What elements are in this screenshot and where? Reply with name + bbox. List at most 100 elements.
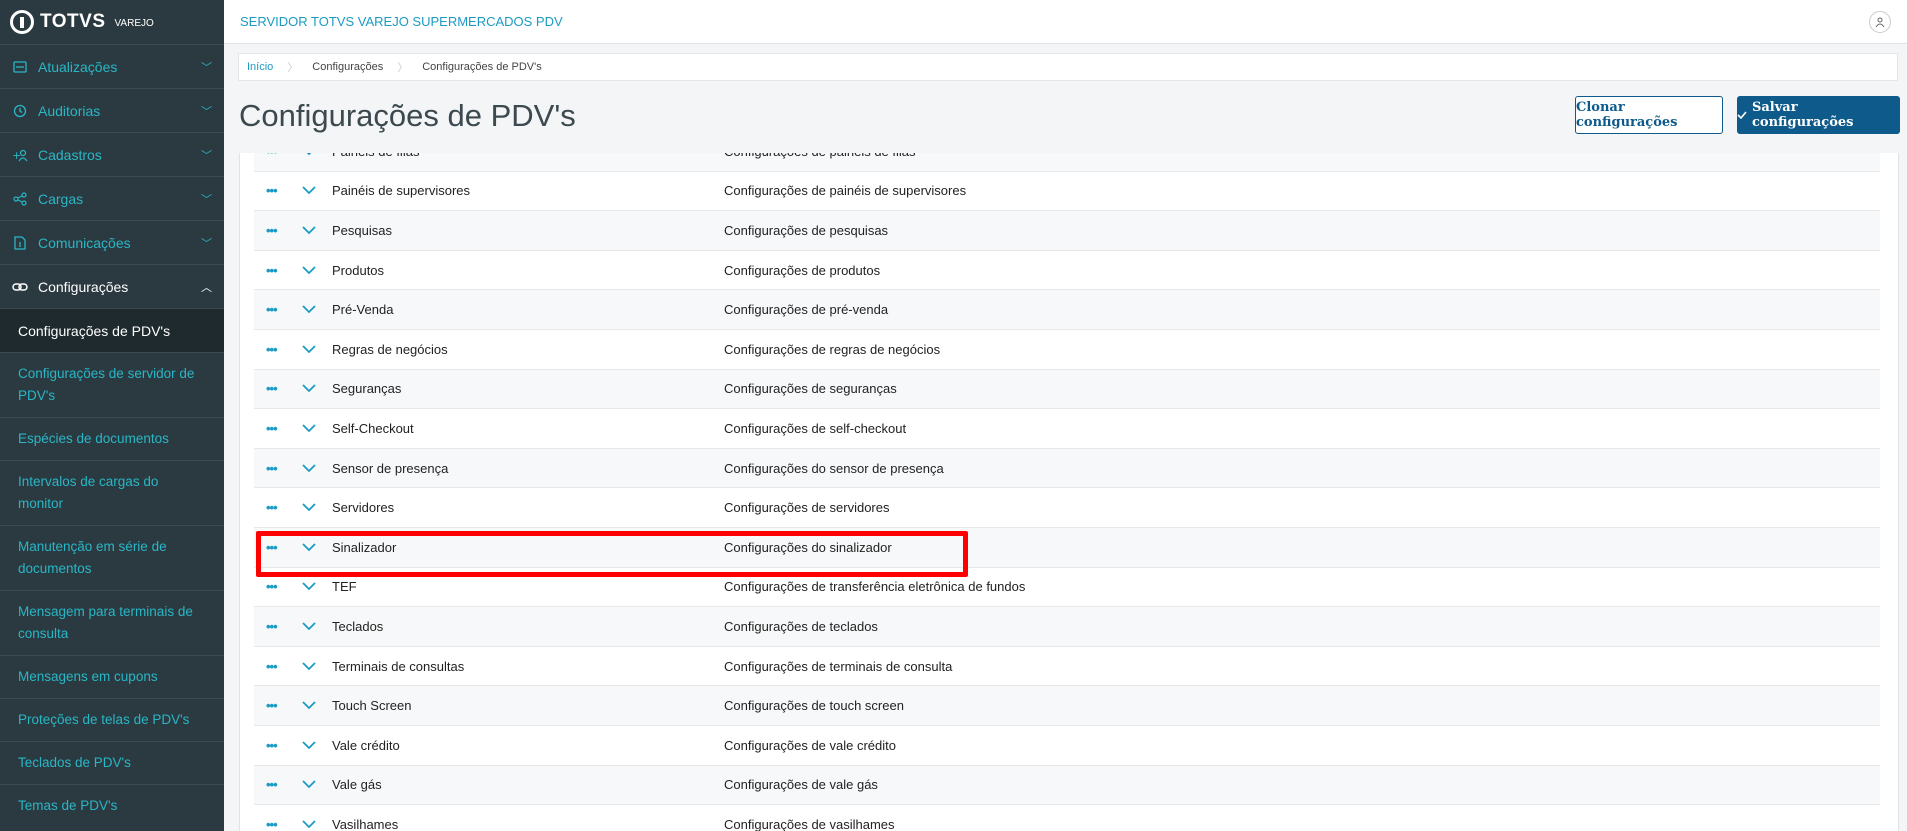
chevron-down-icon[interactable] xyxy=(302,622,322,631)
totvs-logo-icon xyxy=(10,10,34,34)
sidebar-subitem[interactable]: Mensagens em cupons xyxy=(0,655,224,698)
sidebar-item-cadastros[interactable]: + Cadastros ﹀ xyxy=(0,132,224,176)
chevron-down-icon[interactable] xyxy=(302,305,322,314)
chevron-down-icon[interactable] xyxy=(302,820,322,829)
more-options-icon[interactable]: ••• xyxy=(266,183,290,198)
chevron-down-icon[interactable] xyxy=(302,741,322,750)
more-options-icon[interactable]: ••• xyxy=(266,153,290,159)
more-options-icon[interactable]: ••• xyxy=(266,461,290,476)
server-name[interactable]: SERVIDOR TOTVS VAREJO SUPERMERCADOS PDV xyxy=(240,14,1869,29)
sidebar-item-atualizacoes[interactable]: Atualizações ﹀ xyxy=(0,44,224,88)
sidebar-subitem[interactable]: Mensagem para terminais de consulta xyxy=(0,590,224,655)
sidebar-subitem-active[interactable]: Configurações de PDV's xyxy=(0,308,224,352)
sidebar-item-label: Configurações xyxy=(38,278,129,295)
row-description: Configurações do sinalizador xyxy=(724,539,892,555)
chevron-down-icon[interactable] xyxy=(302,543,322,552)
clone-config-button[interactable]: Clonar configurações xyxy=(1575,96,1723,134)
sidebar-item-label: Comunicações xyxy=(38,234,131,251)
chevron-down-icon[interactable] xyxy=(302,265,322,275)
row-name: Pré-Venda xyxy=(332,302,394,318)
chevron-down-icon: ﹀ xyxy=(201,61,212,74)
chevron-down-icon[interactable] xyxy=(302,153,322,156)
row-description: Configurações de painéis de filas xyxy=(724,153,1880,159)
table-row[interactable]: ••• Pesquisas Configurações de pesquisas xyxy=(254,211,1880,251)
sidebar-subitem[interactable]: Temas de PDV's xyxy=(0,784,224,827)
table-row[interactable]: ••• Self-Checkout Configurações de self-ch… xyxy=(254,409,1880,449)
row-description: Configurações de vale crédito xyxy=(724,737,896,753)
chevron-down-icon[interactable] xyxy=(302,463,322,473)
table-row[interactable]: ••• Vale gás Configurações de vale gás xyxy=(254,765,1880,806)
chevron-down-icon[interactable] xyxy=(302,384,322,393)
more-options-icon[interactable]: ••• xyxy=(266,619,290,634)
user-icon[interactable] xyxy=(1869,10,1891,33)
sidebar-item-comunicacoes[interactable]: Comunicações ﹀ xyxy=(0,220,224,264)
table-row[interactable]: ••• Sensor de presença Configurações do se… xyxy=(254,448,1880,489)
share-icon xyxy=(12,191,28,206)
row-name: Painéis de filas xyxy=(332,153,724,159)
history-icon xyxy=(12,104,28,118)
sidebar-subitem[interactable]: Teclados de PDV's xyxy=(0,741,224,784)
table-row[interactable]: ••• Vasilhames Configurações de vasilhames xyxy=(254,805,1880,831)
row-description: Configurações de vale gás xyxy=(724,777,878,793)
table-row[interactable]: ••• Pré-Venda Configurações de pré-venda xyxy=(254,290,1880,330)
more-options-icon[interactable]: ••• xyxy=(266,223,290,238)
table-row[interactable]: ••• Teclados Configurações de teclados xyxy=(254,607,1880,647)
chevron-down-icon[interactable] xyxy=(302,424,322,433)
more-options-icon[interactable]: ••• xyxy=(266,342,290,357)
more-options-icon[interactable]: ••• xyxy=(266,381,290,396)
breadcrumb-configuracoes[interactable]: Configurações xyxy=(312,61,383,73)
table-row[interactable]: ••• Terminais de consultas Configurações d… xyxy=(254,647,1880,687)
more-options-icon[interactable]: ••• xyxy=(266,659,290,674)
chevron-up-icon: ︿ xyxy=(201,281,212,294)
table-row[interactable]: ••• Produtos Configurações de produtos xyxy=(254,251,1880,291)
sidebar-subitem[interactable]: Intervalos de cargas do monitor xyxy=(0,460,224,525)
more-options-icon[interactable]: ••• xyxy=(266,777,290,792)
save-config-button[interactable]: Salvar configurações xyxy=(1737,96,1900,134)
chevron-down-icon[interactable] xyxy=(302,701,322,710)
more-options-icon[interactable]: ••• xyxy=(266,817,290,831)
table-row[interactable]: ••• Servidores Configurações de servidores xyxy=(254,488,1880,528)
chevron-down-icon[interactable] xyxy=(302,661,322,671)
row-name: Sinalizador xyxy=(332,539,397,555)
table-row[interactable]: ••• TEF Configurações de transferência ele… xyxy=(254,568,1880,608)
table-row[interactable]: ••• Regras de negócios Configurações de re… xyxy=(254,330,1880,370)
more-options-icon[interactable]: ••• xyxy=(266,302,290,317)
more-options-icon[interactable]: ••• xyxy=(266,738,290,753)
sidebar-subitem[interactable]: Espécies de documentos xyxy=(0,417,224,460)
table-row[interactable]: ••• Painéis de filasConfigurações de pain… xyxy=(254,153,1880,172)
chevron-down-icon[interactable] xyxy=(302,503,322,512)
sidebar-item-cargas[interactable]: Cargas ﹀ xyxy=(0,176,224,220)
sidebar-item-label: Cadastros xyxy=(38,146,102,163)
more-options-icon[interactable]: ••• xyxy=(266,698,290,713)
row-description: Configurações do sensor de presença xyxy=(724,460,944,476)
sidebar-item-label: Atualizações xyxy=(38,58,118,75)
row-name: Painéis de supervisores xyxy=(332,183,471,199)
sidebar-subitem[interactable]: Manutenção em série de documentos xyxy=(0,525,224,590)
chevron-down-icon[interactable] xyxy=(302,186,322,195)
more-options-icon[interactable]: ••• xyxy=(266,540,290,555)
more-options-icon[interactable]: ••• xyxy=(266,263,290,278)
table-row[interactable]: ••• Seguranças Configurações de seguranças xyxy=(254,369,1880,410)
sidebar-subitem[interactable]: Proteções de telas de PDV's xyxy=(0,698,224,741)
table-row[interactable]: ••• Sinalizador Configurações do sinalizad… xyxy=(254,527,1880,568)
breadcrumb-home[interactable]: Início xyxy=(247,61,273,73)
more-options-icon[interactable]: ••• xyxy=(266,421,290,436)
table-row[interactable]: ••• Touch Screen Configurações de touch sc… xyxy=(254,686,1880,726)
more-options-icon[interactable]: ••• xyxy=(266,579,290,594)
chevron-down-icon[interactable] xyxy=(302,582,322,591)
chevron-down-icon[interactable] xyxy=(302,226,322,235)
row-name: Vale crédito xyxy=(332,737,400,753)
more-options-icon[interactable]: ••• xyxy=(266,500,290,515)
sidebar-item-auditorias[interactable]: Auditorias ﹀ xyxy=(0,88,224,132)
sidebar: TOTVS VAREJO Atualizações ﹀ Auditorias ﹀… xyxy=(0,0,224,831)
breadcrumb-current: Configurações de PDV's xyxy=(422,61,542,73)
totvs-logo[interactable]: TOTVS VAREJO xyxy=(0,0,224,44)
table-row[interactable]: ••• Vale crédito Configurações de vale cré… xyxy=(254,726,1880,766)
table-row[interactable]: ••• Painéis de supervisores Configurações … xyxy=(254,172,1880,212)
chevron-down-icon[interactable] xyxy=(302,780,322,789)
row-description: Configurações de touch screen xyxy=(724,698,904,714)
chevron-down-icon[interactable] xyxy=(302,345,322,354)
sidebar-item-label: Cargas xyxy=(38,190,84,207)
sidebar-item-configuracoes[interactable]: Configurações ︿ xyxy=(0,264,224,308)
sidebar-subitem[interactable]: Configurações de servidor de PDV's xyxy=(0,352,224,417)
